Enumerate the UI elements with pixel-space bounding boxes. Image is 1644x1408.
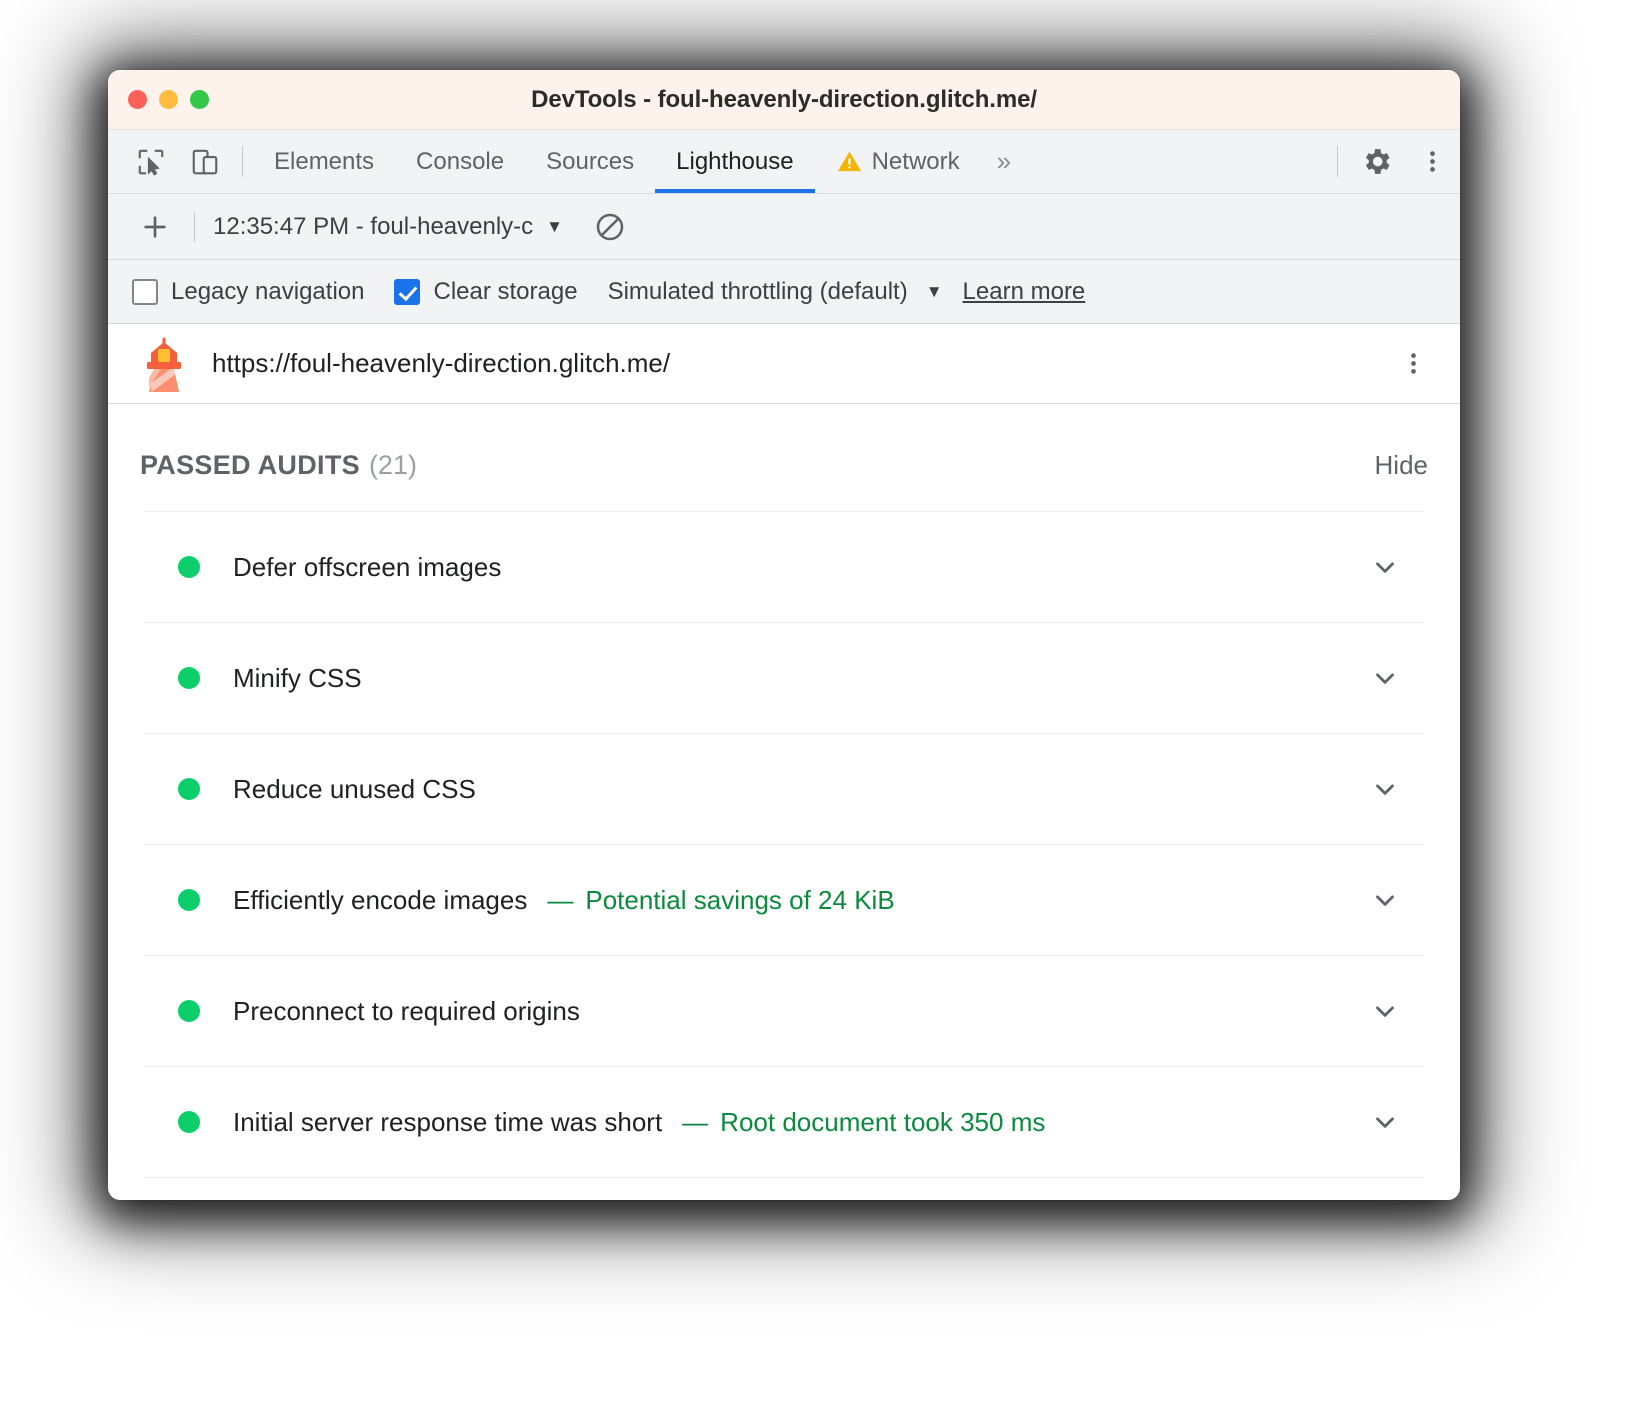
- tab-console[interactable]: Console: [395, 130, 525, 193]
- gear-icon[interactable]: [1348, 130, 1404, 193]
- audit-title: Efficiently encode images: [233, 885, 527, 916]
- warning-triangle-icon: [836, 148, 863, 175]
- maximize-window-button[interactable]: [190, 90, 209, 109]
- audit-row[interactable]: Preconnect to required origins: [144, 955, 1424, 1066]
- pass-status-dot-icon: [178, 1111, 200, 1133]
- lighthouse-report-body: PASSED AUDITS (21) Hide Defer offscreen …: [108, 404, 1460, 1178]
- audit-title: Reduce unused CSS: [233, 774, 476, 805]
- tabbar-actions: [1327, 130, 1460, 193]
- devtools-main-menu-icon[interactable]: [1404, 130, 1460, 193]
- tab-label: Elements: [274, 148, 374, 176]
- checkbox-box-checked: [394, 279, 420, 305]
- pass-status-dot-icon: [178, 889, 200, 911]
- window-titlebar: DevTools - foul-heavenly-direction.glitc…: [108, 70, 1460, 130]
- screenshot-root: DevTools - foul-heavenly-direction.glitc…: [0, 0, 1644, 1408]
- pass-status-dot-icon: [178, 1000, 200, 1022]
- tab-label: Network: [872, 148, 960, 176]
- checkbox-box: [132, 279, 158, 305]
- new-report-button[interactable]: [134, 206, 176, 248]
- lighthouse-settings-row: Legacy navigation Clear storage Simulate…: [108, 260, 1460, 324]
- audit-title: Defer offscreen images: [233, 552, 501, 583]
- audit-row[interactable]: Defer offscreen images: [144, 511, 1424, 622]
- audit-row[interactable]: Reduce unused CSS: [144, 733, 1424, 844]
- report-select-dropdown[interactable]: 12:35:47 PM - foul-heavenly-c ▼: [213, 213, 563, 241]
- report-menu-icon[interactable]: [1390, 341, 1436, 387]
- section-count: (21): [369, 450, 417, 481]
- clear-all-icon[interactable]: [589, 206, 631, 248]
- devtools-window: DevTools - foul-heavenly-direction.glitc…: [108, 70, 1460, 1200]
- more-tabs-button[interactable]: »: [981, 130, 1027, 193]
- throttling-dropdown[interactable]: Simulated throttling (default) ▼: [608, 278, 943, 306]
- report-url: https://foul-heavenly-direction.glitch.m…: [212, 348, 670, 379]
- legacy-navigation-label: Legacy navigation: [171, 278, 364, 306]
- clear-storage-label: Clear storage: [433, 278, 577, 306]
- pass-status-dot-icon: [178, 667, 200, 689]
- lighthouse-icon: [138, 336, 190, 392]
- pass-status-dot-icon: [178, 778, 200, 800]
- tab-elements[interactable]: Elements: [253, 130, 395, 193]
- chevron-down-icon[interactable]: [1368, 772, 1402, 806]
- window-title: DevTools - foul-heavenly-direction.glitc…: [108, 86, 1460, 114]
- close-window-button[interactable]: [128, 90, 147, 109]
- audit-detail: Root document took 350 ms: [720, 1107, 1045, 1138]
- chevron-down-icon: ▼: [546, 217, 563, 237]
- toolbar-divider: [194, 212, 195, 242]
- tab-lighthouse[interactable]: Lighthouse: [655, 130, 814, 193]
- tab-label: Sources: [546, 148, 634, 176]
- inspect-element-icon[interactable]: [124, 130, 178, 193]
- learn-more-link[interactable]: Learn more: [963, 278, 1086, 306]
- report-select-value: 12:35:47 PM - foul-heavenly-c: [213, 213, 533, 241]
- audit-dash: —: [682, 1107, 708, 1138]
- device-toolbar-icon[interactable]: [178, 130, 232, 193]
- chevron-down-icon[interactable]: [1368, 661, 1402, 695]
- clear-storage-checkbox[interactable]: Clear storage: [394, 278, 577, 306]
- toolbar-divider: [1337, 146, 1338, 177]
- audit-title: Initial server response time was short: [233, 1107, 662, 1138]
- chevron-down-icon: ▼: [926, 282, 943, 302]
- lighthouse-run-toolbar: 12:35:47 PM - foul-heavenly-c ▼: [108, 194, 1460, 260]
- audit-row[interactable]: Initial server response time was short —…: [144, 1066, 1424, 1177]
- pass-status-dot-icon: [178, 556, 200, 578]
- toolbar-divider: [242, 146, 243, 177]
- audit-title: Preconnect to required origins: [233, 996, 580, 1027]
- list-bottom-divider: [144, 1177, 1424, 1178]
- tab-label: Console: [416, 148, 504, 176]
- hide-passed-audits-button[interactable]: Hide: [1375, 450, 1428, 481]
- passed-audits-list: Defer offscreen images Minify CSS: [136, 511, 1432, 1178]
- chevron-down-icon[interactable]: [1368, 994, 1402, 1028]
- audit-detail: Potential savings of 24 KiB: [585, 885, 894, 916]
- chevron-down-icon[interactable]: [1368, 883, 1402, 917]
- audit-title: Minify CSS: [233, 663, 362, 694]
- audit-row[interactable]: Efficiently encode images — Potential sa…: [144, 844, 1424, 955]
- tab-label: Lighthouse: [676, 148, 793, 176]
- legacy-navigation-checkbox[interactable]: Legacy navigation: [132, 278, 364, 306]
- throttling-label: Simulated throttling (default): [608, 278, 908, 306]
- minimize-window-button[interactable]: [159, 90, 178, 109]
- tab-sources[interactable]: Sources: [525, 130, 655, 193]
- audit-row[interactable]: Minify CSS: [144, 622, 1424, 733]
- traffic-lights: [128, 70, 209, 129]
- passed-audits-header: PASSED AUDITS (21) Hide: [136, 404, 1432, 511]
- devtools-tabbar: Elements Console Sources Lighthouse: [108, 130, 1460, 194]
- audit-dash: —: [547, 885, 573, 916]
- lighthouse-url-bar: https://foul-heavenly-direction.glitch.m…: [108, 324, 1460, 404]
- chevron-down-icon[interactable]: [1368, 550, 1402, 584]
- section-title: PASSED AUDITS: [140, 450, 360, 481]
- tab-network[interactable]: Network: [815, 130, 981, 193]
- chevron-down-icon[interactable]: [1368, 1105, 1402, 1139]
